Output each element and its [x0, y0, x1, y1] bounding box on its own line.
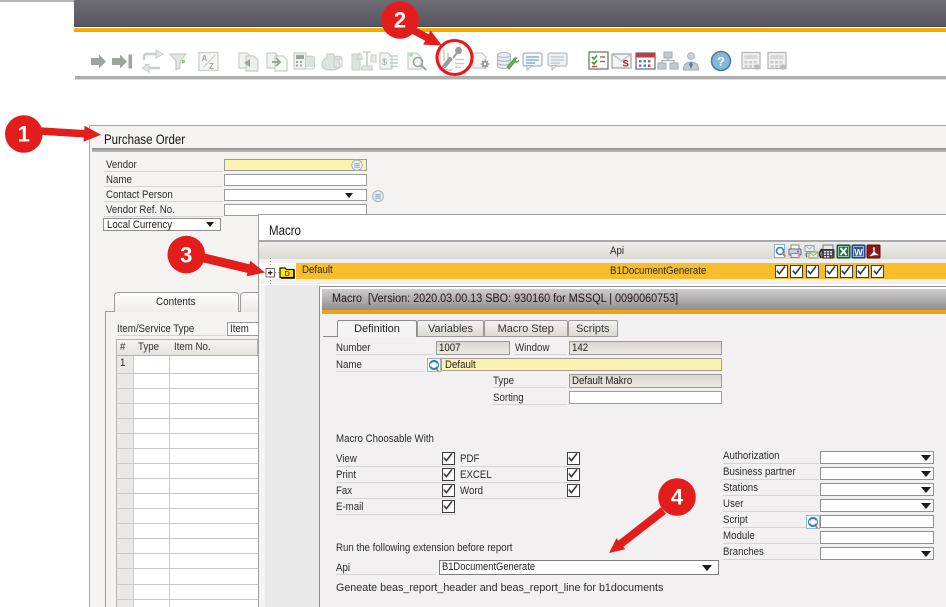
svg-text:1: 1: [18, 122, 30, 147]
svg-text:W: W: [854, 248, 863, 258]
svg-text:A: A: [202, 54, 208, 63]
svg-text:Z: Z: [209, 62, 214, 71]
svg-text:$: $: [382, 57, 387, 67]
svg-text:?: ?: [717, 54, 725, 69]
svg-text:S: S: [623, 59, 629, 70]
svg-text:D: D: [285, 269, 291, 278]
